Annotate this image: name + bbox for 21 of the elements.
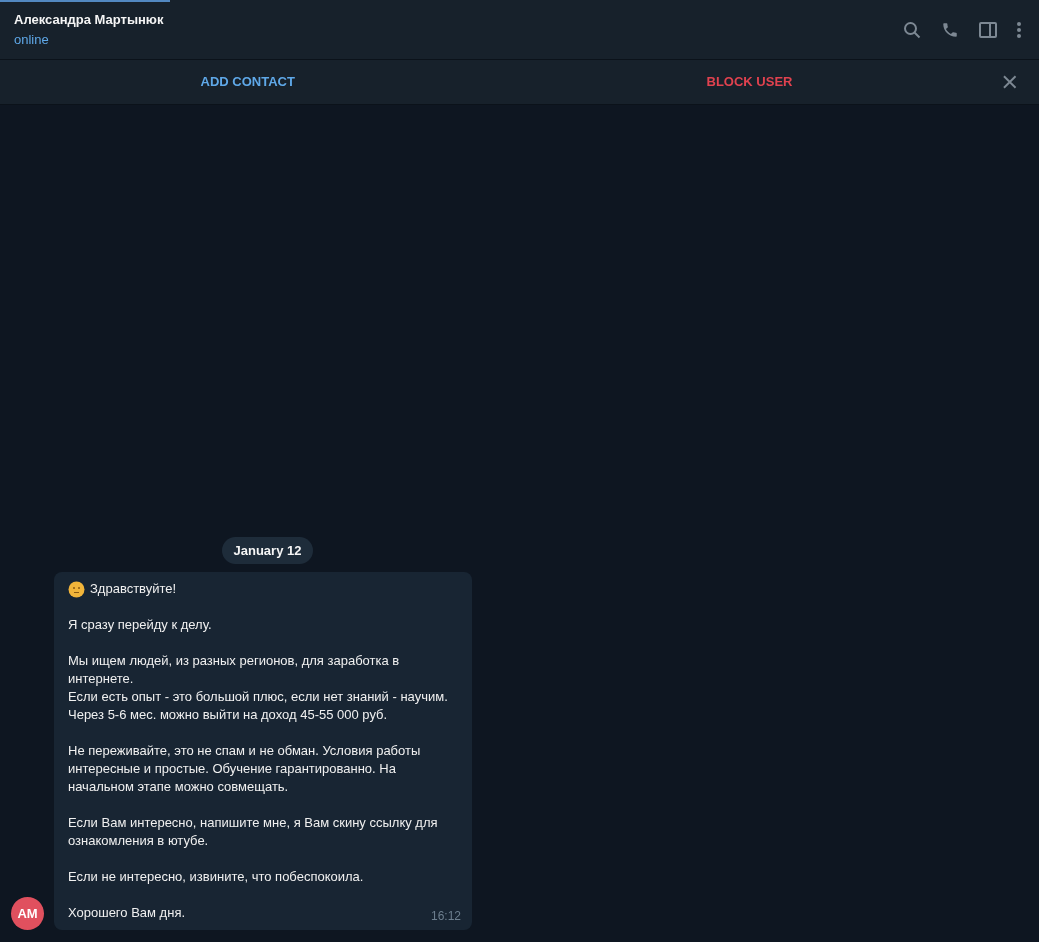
message-text: Если есть опыт - это большой плюс, если нет знаний - научим. [68, 688, 448, 706]
close-icon[interactable] [1003, 75, 1017, 89]
message-text: Я сразу перейду к делу. [68, 616, 212, 634]
message-text: Не переживайте, это не спам и не обман. Условия работы интересные и простые. Обучение гарантированно. На начальном этапе можно совмещать. [68, 742, 422, 796]
message-text: Если не интересно, извините, что побеспокоила. [68, 868, 364, 886]
date-label: January 12 [221, 536, 314, 564]
add-contact-button[interactable]: ADD CONTACT [192, 68, 303, 96]
message-text: Хорошего Вам дня. [68, 904, 186, 922]
message-text: Здравствуйте! [90, 580, 177, 598]
phone-icon[interactable] [941, 20, 959, 39]
block-user-button[interactable]: BLOCK USER [698, 68, 801, 96]
search-icon[interactable] [903, 20, 921, 39]
more-options-icon[interactable] [1017, 20, 1021, 39]
avatar[interactable]: АМ [11, 897, 44, 930]
message-time: 16:12 [430, 908, 461, 925]
message-text: Если Вам интересно, напишите мне, я Вам скину ссылку для ознакомления в ютубе. [68, 814, 439, 850]
message-text: Мы ищем людей, из разных регионов, для заработка в интернете. [68, 652, 401, 688]
contact-status: online [14, 30, 50, 49]
contact-name: Александра Мартынюк [14, 10, 165, 29]
sidebar-toggle-icon[interactable] [979, 20, 997, 39]
message-text: Через 5-6 мес. можно выйти на доход 45-55 000 руб. [68, 706, 388, 724]
